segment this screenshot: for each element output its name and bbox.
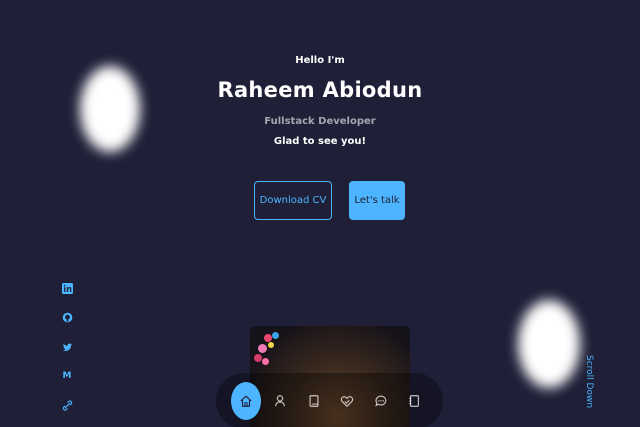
download-cv-button[interactable]: Download CV [254, 181, 332, 220]
link-icon[interactable] [60, 398, 74, 412]
bottom-navigation [216, 373, 443, 427]
greeting-text: Hello I'm [295, 55, 345, 66]
flower-decoration [268, 342, 274, 348]
nav-contact-icon[interactable] [400, 387, 428, 415]
twitter-icon[interactable] [60, 340, 74, 354]
nav-book-icon[interactable] [300, 387, 328, 415]
flower-decoration [264, 334, 272, 342]
lets-talk-button[interactable]: Let's talk [349, 181, 405, 220]
nav-message-icon[interactable] [367, 387, 395, 415]
nav-services-icon[interactable] [333, 387, 361, 415]
nav-user-icon[interactable] [266, 387, 294, 415]
flower-decoration [262, 358, 269, 365]
nav-home-icon[interactable] [230, 382, 261, 420]
tagline-text: Glad to see you! [273, 136, 367, 147]
role-text: Fullstack Developer [264, 116, 376, 127]
flower-decoration [272, 332, 279, 339]
linkedin-icon[interactable] [60, 281, 74, 295]
flower-decoration [254, 354, 262, 362]
scroll-down-link[interactable]: Scroll Down [584, 355, 594, 408]
decorative-light-blob [518, 300, 580, 388]
medium-icon[interactable]: M [60, 369, 74, 383]
github-icon[interactable] [60, 310, 74, 324]
person-name: Raheem Abiodun [217, 78, 423, 102]
flower-decoration [258, 344, 267, 353]
